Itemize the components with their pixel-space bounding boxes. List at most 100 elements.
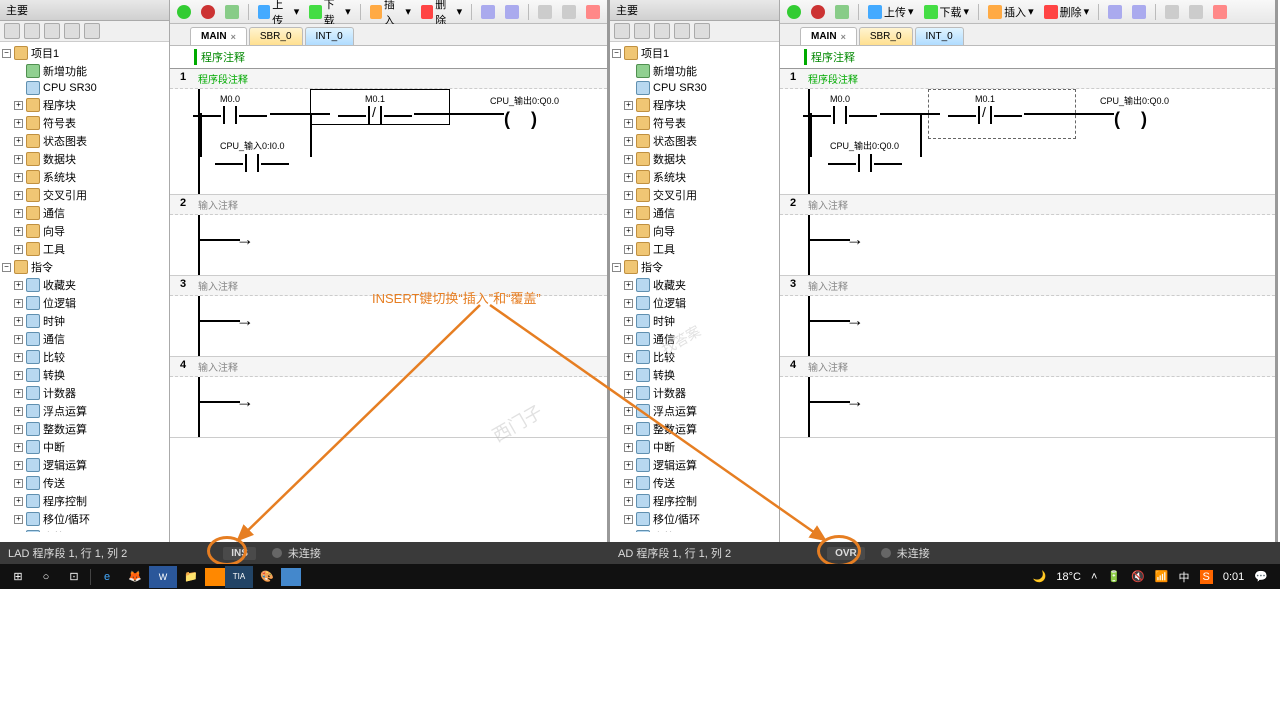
- tree-item[interactable]: +逻辑运算: [612, 456, 777, 474]
- upload-button[interactable]: 上传 ▾: [865, 3, 917, 21]
- tool-button[interactable]: [478, 4, 498, 20]
- close-icon[interactable]: ×: [231, 32, 236, 42]
- tree-item[interactable]: +向导: [2, 222, 167, 240]
- tree-tool-icon[interactable]: [694, 23, 710, 39]
- firefox-icon[interactable]: 🦊: [121, 566, 149, 588]
- tree-item[interactable]: +整数运算: [2, 420, 167, 438]
- network-2[interactable]: 2输入注释→: [780, 195, 1275, 276]
- tree-item[interactable]: CPU SR30: [612, 80, 777, 96]
- tree-item[interactable]: +位逻辑: [612, 294, 777, 312]
- tree-tool-icon[interactable]: [44, 23, 60, 39]
- tree-item[interactable]: +符号表: [2, 114, 167, 132]
- network-4[interactable]: 4输入注释→: [170, 357, 607, 438]
- program-comment[interactable]: 程序注释: [170, 46, 607, 69]
- tree-item[interactable]: +传送: [2, 474, 167, 492]
- network-3[interactable]: 3输入注释→: [780, 276, 1275, 357]
- run-button[interactable]: [784, 4, 804, 20]
- network-1[interactable]: 1程序段注释M0.0M0.1/CPU_输出0:Q0.0( )CPU_输入0:I0…: [170, 69, 607, 195]
- tree-item[interactable]: +传送: [612, 474, 777, 492]
- tab-MAIN[interactable]: MAIN×: [190, 27, 247, 45]
- tree-item[interactable]: +数据块: [2, 150, 167, 168]
- tree-item[interactable]: +状态图表: [612, 132, 777, 150]
- tree-item[interactable]: +通信: [2, 330, 167, 348]
- tree-item[interactable]: CPU SR30: [2, 80, 167, 96]
- tool-button[interactable]: [1210, 4, 1230, 20]
- tree-tool-icon[interactable]: [614, 23, 630, 39]
- tool-button[interactable]: [1129, 4, 1149, 20]
- tree-item[interactable]: +计数器: [612, 384, 777, 402]
- insert-button[interactable]: 插入 ▾: [985, 3, 1037, 21]
- tree-item[interactable]: +交叉引用: [612, 186, 777, 204]
- tree-item[interactable]: +通信: [612, 204, 777, 222]
- tool-button[interactable]: [535, 4, 555, 20]
- download-button[interactable]: 下载 ▾: [921, 3, 973, 21]
- network-4[interactable]: 4输入注释→: [780, 357, 1275, 438]
- tree-item[interactable]: +计数器: [2, 384, 167, 402]
- tree-category[interactable]: −指令: [2, 258, 167, 276]
- tree-item[interactable]: +字符串: [2, 528, 167, 532]
- tree-item[interactable]: +系统块: [612, 168, 777, 186]
- explorer-icon[interactable]: 📁: [177, 566, 205, 588]
- tree-item[interactable]: +比较: [612, 348, 777, 366]
- tool-button[interactable]: [1162, 4, 1182, 20]
- tree-item[interactable]: +工具: [2, 240, 167, 258]
- tree-tool-icon[interactable]: [24, 23, 40, 39]
- tree-item[interactable]: +向导: [612, 222, 777, 240]
- tree-item[interactable]: +字符串: [612, 528, 777, 532]
- tool-button[interactable]: [1105, 4, 1125, 20]
- tree-item[interactable]: +转换: [612, 366, 777, 384]
- contact-branch[interactable]: CPU_输出0:Q0.0: [830, 139, 899, 174]
- tree-root[interactable]: −项目1: [2, 44, 167, 62]
- delete-button[interactable]: 删除 ▾: [1041, 3, 1093, 21]
- contact-m01[interactable]: M0.1/: [975, 94, 995, 126]
- program-comment[interactable]: 程序注释: [780, 46, 1275, 69]
- taskview-icon[interactable]: ⊡: [60, 566, 88, 588]
- tree-item[interactable]: +比较: [2, 348, 167, 366]
- tree-item[interactable]: +中断: [2, 438, 167, 456]
- ime-icon[interactable]: S: [1200, 570, 1213, 584]
- network-2[interactable]: 2输入注释→: [170, 195, 607, 276]
- network-1[interactable]: 1程序段注释M0.0M0.1/CPU_输出0:Q0.0( )CPU_输出0:Q0…: [780, 69, 1275, 195]
- tree-item[interactable]: +收藏夹: [612, 276, 777, 294]
- tree-item[interactable]: +系统块: [2, 168, 167, 186]
- tray-chevron-icon[interactable]: ˄: [1091, 571, 1097, 583]
- notifications-icon[interactable]: 💬: [1254, 570, 1268, 583]
- tree-item[interactable]: +通信: [2, 204, 167, 222]
- tree-item[interactable]: +时钟: [612, 312, 777, 330]
- tree-item[interactable]: 新增功能: [612, 62, 777, 80]
- tree-item[interactable]: +移位/循环: [612, 510, 777, 528]
- tree-item[interactable]: +移位/循环: [2, 510, 167, 528]
- ie-icon[interactable]: e: [93, 566, 121, 588]
- word-icon[interactable]: W: [149, 566, 177, 588]
- tree-item[interactable]: +工具: [612, 240, 777, 258]
- tree-item[interactable]: +位逻辑: [2, 294, 167, 312]
- tree-item[interactable]: +转换: [2, 366, 167, 384]
- stop-button[interactable]: [198, 4, 218, 20]
- tree-item[interactable]: +程序控制: [2, 492, 167, 510]
- weather-temp[interactable]: 18°C: [1056, 571, 1081, 583]
- tree-tool-icon[interactable]: [674, 23, 690, 39]
- tree-item[interactable]: 新增功能: [2, 62, 167, 80]
- tree-tool-icon[interactable]: [4, 23, 20, 39]
- app-icon[interactable]: 🎨: [253, 566, 281, 588]
- tree-tool-icon[interactable]: [654, 23, 670, 39]
- tree-item[interactable]: +状态图表: [2, 132, 167, 150]
- tree-tool-icon[interactable]: [84, 23, 100, 39]
- close-icon[interactable]: ×: [841, 32, 846, 42]
- contact-m01[interactable]: M0.1/: [365, 94, 385, 126]
- app-icon[interactable]: [281, 568, 301, 586]
- tree-item[interactable]: +交叉引用: [2, 186, 167, 204]
- tool-button[interactable]: [1186, 4, 1206, 20]
- tree-item[interactable]: +中断: [612, 438, 777, 456]
- tree-item[interactable]: +程序块: [612, 96, 777, 114]
- tool-button[interactable]: [583, 4, 603, 20]
- coil-cpu-out[interactable]: CPU_输出0:Q0.0( ): [490, 94, 559, 130]
- tab-INT_0[interactable]: INT_0: [305, 27, 354, 45]
- tree-item[interactable]: +整数运算: [612, 420, 777, 438]
- check-button[interactable]: [832, 4, 852, 20]
- ime-indicator[interactable]: 中: [1179, 569, 1190, 585]
- tool-button[interactable]: [559, 4, 579, 20]
- tab-INT_0[interactable]: INT_0: [915, 27, 964, 45]
- tree-item[interactable]: +浮点运算: [2, 402, 167, 420]
- tree-item[interactable]: +符号表: [612, 114, 777, 132]
